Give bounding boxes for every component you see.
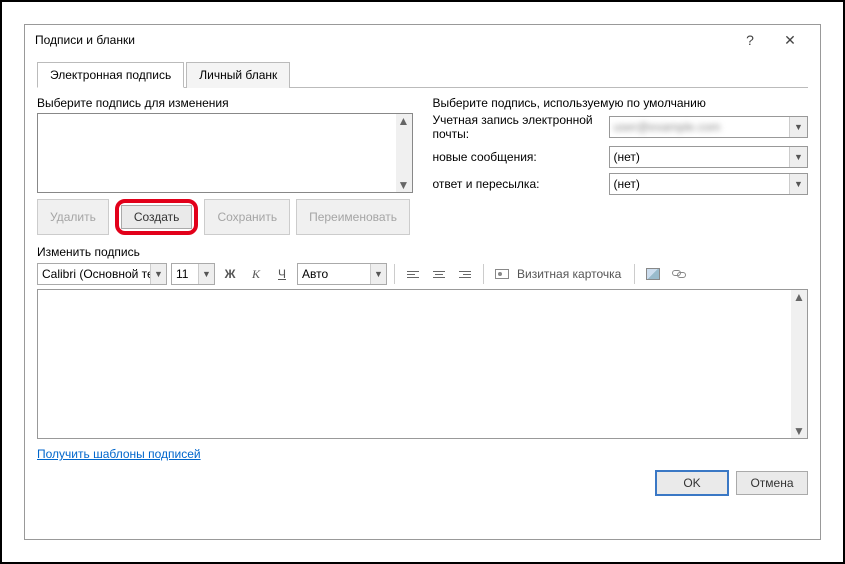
tab-signature[interactable]: Электронная подпись	[37, 62, 184, 88]
account-combo[interactable]: user@example.com ▼	[609, 116, 809, 138]
underline-button[interactable]: Ч	[271, 263, 293, 285]
color-combo[interactable]: Авто ▼	[297, 263, 387, 285]
scroll-down-icon[interactable]: ▼	[793, 424, 805, 438]
insert-link-button[interactable]	[668, 263, 690, 285]
delete-button[interactable]: Удалить	[37, 199, 109, 235]
insert-picture-button[interactable]	[642, 263, 664, 285]
italic-button[interactable]: К	[245, 263, 267, 285]
scroll-up-icon[interactable]: ▲	[398, 114, 410, 128]
close-button[interactable]: ✕	[770, 32, 810, 49]
rename-button[interactable]: Переименовать	[296, 199, 410, 235]
select-signature-label: Выберите подпись для изменения	[37, 96, 413, 110]
separator	[483, 264, 484, 284]
align-left-button[interactable]	[402, 263, 424, 285]
default-signature-label: Выберите подпись, используемую по умолча…	[433, 96, 809, 110]
tab-strip: Электронная подпись Личный бланк	[37, 61, 808, 88]
reply-forward-combo[interactable]: (нет) ▼	[609, 173, 809, 195]
edit-signature-label: Изменить подпись	[37, 245, 808, 259]
signature-editor[interactable]: ▲ ▼	[37, 289, 808, 439]
scroll-down-icon[interactable]: ▼	[398, 178, 410, 192]
scrollbar[interactable]: ▲ ▼	[396, 114, 412, 192]
titlebar: Подписи и бланки ? ✕	[25, 25, 820, 55]
bold-button[interactable]: Ж	[219, 263, 241, 285]
templates-link[interactable]: Получить шаблоны подписей	[37, 447, 201, 461]
dialog: Подписи и бланки ? ✕ Электронная подпись…	[24, 24, 821, 540]
tab-stationery[interactable]: Личный бланк	[186, 62, 290, 88]
chevron-down-icon: ▼	[789, 117, 807, 137]
separator	[634, 264, 635, 284]
format-toolbar: Calibri (Основной те ▼ 11 ▼ Ж К Ч Авто ▼	[37, 263, 808, 285]
chevron-down-icon: ▼	[198, 264, 214, 284]
business-card-label[interactable]: Визитная карточка	[517, 267, 627, 281]
account-label: Учетная запись электронной почты:	[433, 113, 603, 141]
cancel-button[interactable]: Отмена	[736, 471, 808, 495]
align-center-button[interactable]	[428, 263, 450, 285]
size-combo[interactable]: 11 ▼	[171, 263, 215, 285]
highlight-callout: Создать	[115, 199, 199, 235]
create-button[interactable]: Создать	[121, 205, 193, 229]
scroll-up-icon[interactable]: ▲	[793, 290, 805, 304]
chevron-down-icon: ▼	[789, 147, 807, 167]
separator	[394, 264, 395, 284]
font-combo[interactable]: Calibri (Основной те ▼	[37, 263, 167, 285]
reply-forward-label: ответ и пересылка:	[433, 177, 603, 191]
scrollbar[interactable]: ▲ ▼	[791, 290, 807, 438]
chevron-down-icon: ▼	[370, 264, 386, 284]
ok-button[interactable]: OK	[656, 471, 728, 495]
signature-listbox[interactable]: ▲ ▼	[37, 113, 413, 193]
new-messages-combo[interactable]: (нет) ▼	[609, 146, 809, 168]
save-button[interactable]: Сохранить	[204, 199, 290, 235]
align-right-button[interactable]	[454, 263, 476, 285]
help-button[interactable]: ?	[730, 32, 770, 48]
chevron-down-icon: ▼	[789, 174, 807, 194]
business-card-icon[interactable]	[491, 263, 513, 285]
dialog-title: Подписи и бланки	[35, 33, 730, 47]
new-messages-label: новые сообщения:	[433, 150, 603, 164]
chevron-down-icon: ▼	[150, 264, 166, 284]
